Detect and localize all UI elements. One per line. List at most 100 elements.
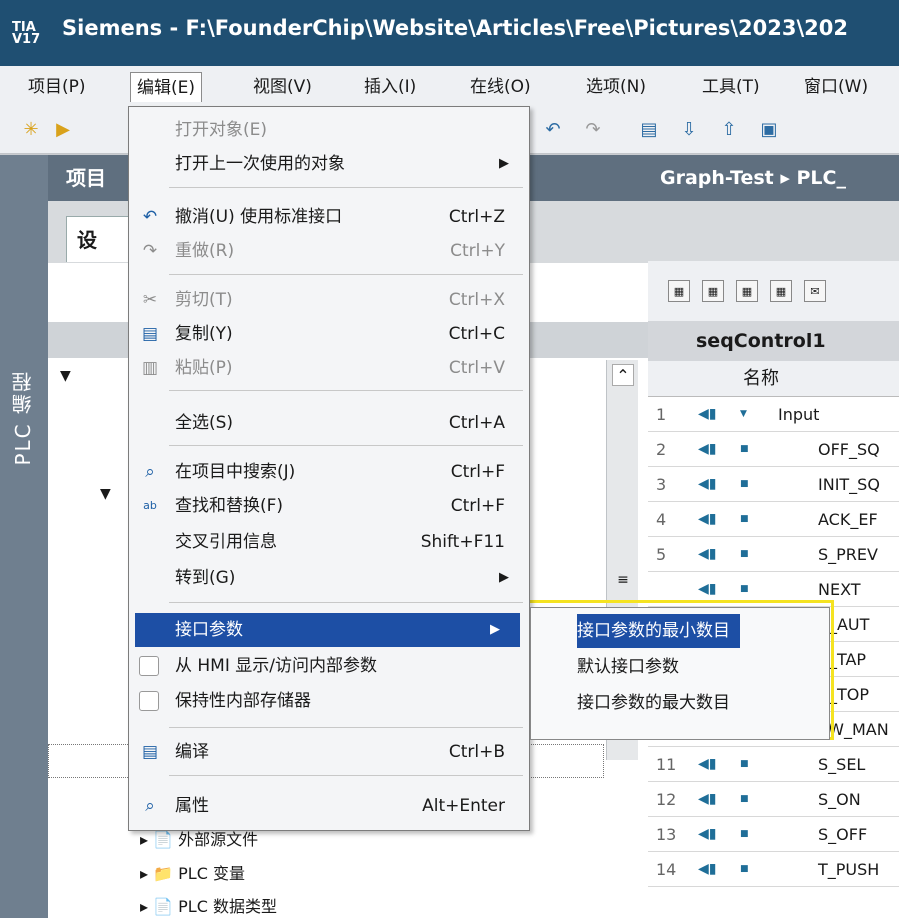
menu-item-shortcut: Ctrl+B	[448, 742, 505, 762]
menu-online[interactable]: 在线(O)	[464, 72, 537, 102]
submenu-item-max-params[interactable]: 接口参数的最大数目	[577, 686, 730, 720]
menu-item-label: 打开上一次使用的对象	[175, 154, 345, 174]
menu-item-retentive-memory[interactable]: 保持性内部存储器	[129, 684, 529, 718]
table-row[interactable]: 4 ◀▮ ■ ACK_EF	[648, 502, 899, 537]
menu-item-shortcut: Ctrl+X	[448, 290, 505, 310]
table-row[interactable]: 5 ◀▮ ■ S_PREV	[648, 537, 899, 572]
tree-item-plc-tags[interactable]: ▸ 📁 PLC 变量	[140, 860, 245, 884]
open-project-icon[interactable]: ▶	[50, 118, 76, 142]
menu-tools[interactable]: 工具(T)	[696, 72, 766, 102]
menu-item-find-replace[interactable]: ab 查找和替换(F) Ctrl+F	[129, 489, 529, 523]
param-name: S_SEL	[818, 755, 866, 774]
menu-item-hmi-access[interactable]: 从 HMI 显示/访问内部参数	[129, 649, 529, 683]
simulate-icon[interactable]: ▣	[756, 118, 782, 142]
find-replace-icon: ab	[143, 499, 157, 512]
input-pin-icon: ◀▮	[698, 791, 717, 807]
redo-icon[interactable]: ↷	[580, 118, 606, 142]
scroll-thumb-icon[interactable]: ≡	[612, 560, 634, 600]
table-row[interactable]: 14 ◀▮ ■ T_PUSH	[648, 852, 899, 887]
table-row[interactable]: 11 ◀▮ ■ S_SEL	[648, 747, 899, 782]
menu-view[interactable]: 视图(V)	[247, 72, 318, 102]
window-title: Siemens - F:\FounderChip\Website\Article…	[62, 16, 848, 40]
menu-item-open-last[interactable]: 打开上一次使用的对象 ▶	[129, 147, 529, 181]
menu-item-label: 复制(Y)	[175, 324, 233, 344]
row-number: 4	[656, 510, 667, 529]
checkbox-icon	[139, 656, 159, 676]
menu-separator	[169, 775, 523, 776]
menu-separator	[169, 390, 523, 391]
redo-icon: ↷	[142, 241, 158, 261]
bullet-icon: ■	[740, 479, 749, 489]
undo-icon[interactable]: ↶	[540, 118, 566, 142]
menu-options[interactable]: 选项(N)	[580, 72, 652, 102]
tia-logo: TIA V17	[12, 20, 41, 47]
editor-tool-icon[interactable]: ▦	[702, 280, 724, 302]
input-pin-icon: ◀▮	[698, 861, 717, 877]
menu-item-paste[interactable]: ▥ 粘贴(P) Ctrl+V	[129, 351, 529, 385]
menu-item-copy[interactable]: ▤ 复制(Y) Ctrl+C	[129, 317, 529, 351]
menu-project[interactable]: 项目(P)	[22, 72, 92, 102]
download-icon[interactable]: ⇩	[676, 118, 702, 142]
menu-item-label: 剪切(T)	[175, 290, 233, 310]
menu-item-undo[interactable]: ↶ 撤消(U) 使用标准接口 Ctrl+Z	[129, 200, 529, 234]
paste-icon: ▥	[141, 358, 159, 378]
menu-item-search-project[interactable]: ⌕ 在项目中搜索(J) Ctrl+F	[129, 455, 529, 489]
tree-item-label: 外部源文件	[178, 830, 259, 849]
menu-item-shortcut: Ctrl+Z	[448, 207, 505, 227]
editor-tool-icon[interactable]: ▦	[770, 280, 792, 302]
menu-item-redo[interactable]: ↷ 重做(R) Ctrl+Y	[129, 234, 529, 268]
table-row[interactable]: 3 ◀▮ ■ INIT_SQ	[648, 467, 899, 502]
menu-item-label: 撤消(U) 使用标准接口	[175, 207, 343, 227]
search-project-icon: ⌕	[145, 462, 155, 482]
menu-item-interface-params[interactable]: 接口参数 ▶	[135, 613, 520, 647]
menu-insert[interactable]: 插入(I)	[358, 72, 422, 102]
menu-item-label: 查找和替换(F)	[175, 496, 284, 516]
menu-item-cut[interactable]: ✂ 剪切(T) Ctrl+X	[129, 283, 529, 317]
table-row[interactable]: 2 ◀▮ ■ OFF_SQ	[648, 432, 899, 467]
menu-item-properties[interactable]: ⌕ 属性 Alt+Enter	[129, 789, 529, 823]
submenu-arrow-icon: ▶	[499, 156, 509, 171]
param-name: S_PREV	[818, 545, 878, 564]
menu-item-select-all[interactable]: 全选(S) Ctrl+A	[129, 406, 529, 440]
param-name: ACK_EF	[818, 510, 878, 529]
tree-item-plc-datatypes[interactable]: ▸ 📄 PLC 数据类型	[140, 893, 277, 917]
bullet-icon: ■	[740, 759, 749, 769]
menu-item-goto[interactable]: 转到(G) ▶	[129, 561, 529, 595]
bullet-icon: ■	[740, 514, 749, 524]
menu-edit[interactable]: 编辑(E)	[130, 72, 203, 102]
copy-icon: ▤	[141, 324, 159, 344]
row-number: 2	[656, 440, 667, 459]
table-row[interactable]: 12 ◀▮ ■ S_ON	[648, 782, 899, 817]
input-pin-icon: ◀▮	[698, 476, 717, 492]
expand-arrow-icon[interactable]: ▼	[60, 368, 71, 384]
menu-item-cross-reference[interactable]: 交叉引用信息 Shift+F11	[129, 525, 529, 559]
input-pin-icon: ◀▮	[698, 406, 717, 422]
editor-tool-icon[interactable]: ▦	[736, 280, 758, 302]
menu-separator	[169, 187, 523, 188]
table-row[interactable]: 1 ◀▮ ▼ Input	[648, 397, 899, 432]
menu-item-open-object[interactable]: 打开对象(E)	[129, 113, 529, 147]
row-number: 14	[656, 860, 677, 879]
menu-separator	[169, 727, 523, 728]
checkbox-icon	[139, 691, 159, 711]
menu-window[interactable]: 窗口(W)	[798, 72, 874, 102]
scroll-up-icon[interactable]: ⌃	[612, 364, 634, 386]
expand-arrow-icon[interactable]: ▼	[100, 486, 111, 502]
new-project-icon[interactable]: ✳	[18, 118, 44, 142]
block-title: seqControl1	[648, 321, 899, 361]
compile-icon[interactable]: ▤	[636, 118, 662, 142]
editor-tool-icon[interactable]: ✉	[804, 280, 826, 302]
table-row[interactable]: 13 ◀▮ ■ S_OFF	[648, 817, 899, 852]
editor-breadcrumb: Graph-Test ▸ PLC_	[648, 155, 899, 201]
submenu-item-min-params[interactable]: 接口参数的最小数目	[577, 614, 740, 648]
submenu-item-default-params[interactable]: 默认接口参数	[577, 650, 679, 684]
menu-item-compile[interactable]: ▤ 编译 Ctrl+B	[129, 735, 529, 769]
menu-item-shortcut: Ctrl+C	[448, 324, 505, 344]
device-tab[interactable]: 设	[66, 216, 136, 262]
menu-item-label: 转到(G)	[175, 568, 236, 588]
editor-tool-icon[interactable]: ▦	[668, 280, 690, 302]
edit-menu-dropdown: 打开对象(E) 打开上一次使用的对象 ▶ ↶ 撤消(U) 使用标准接口 Ctrl+Z …	[128, 106, 530, 831]
menu-item-label: 全选(S)	[175, 413, 234, 433]
bullet-icon: ■	[740, 549, 749, 559]
upload-icon[interactable]: ⇧	[716, 118, 742, 142]
